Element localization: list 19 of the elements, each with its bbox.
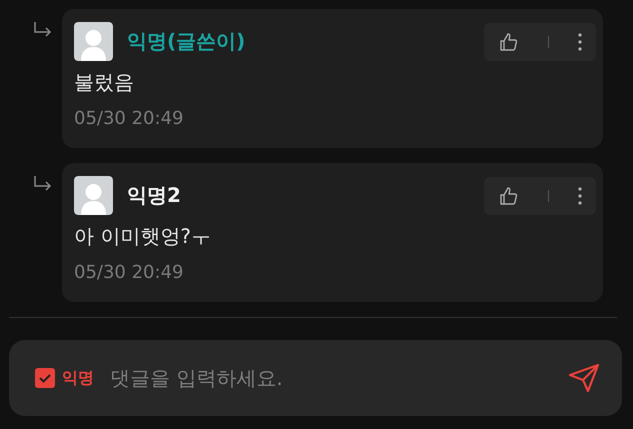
comment-text: 아 이미햇엉?ㅜ xyxy=(74,223,212,250)
anonymous-checkbox[interactable] xyxy=(35,368,55,388)
more-icon[interactable] xyxy=(578,32,582,50)
comment-time: 05/30 20:49 xyxy=(74,262,184,283)
author-name: 익명2 xyxy=(127,182,181,209)
reply-arrow-icon xyxy=(33,175,53,193)
anonymous-label: 익명 xyxy=(62,368,94,388)
like-icon[interactable] xyxy=(498,186,518,206)
comment-time: 05/30 20:49 xyxy=(74,108,184,129)
author-name: 익명(글쓴이) xyxy=(127,28,246,55)
like-icon[interactable] xyxy=(498,32,518,52)
comment-bar[interactable]: 익명 댓글을 입력하세요. xyxy=(9,340,622,416)
comment-text: 불렀음 xyxy=(74,69,135,96)
more-icon[interactable] xyxy=(578,186,582,204)
reply-arrow-icon xyxy=(33,21,53,39)
comment-input-field[interactable]: 댓글을 입력하세요. xyxy=(110,363,568,393)
send-icon[interactable] xyxy=(568,363,600,393)
avatar-icon xyxy=(74,22,113,61)
avatar-icon xyxy=(74,176,113,215)
